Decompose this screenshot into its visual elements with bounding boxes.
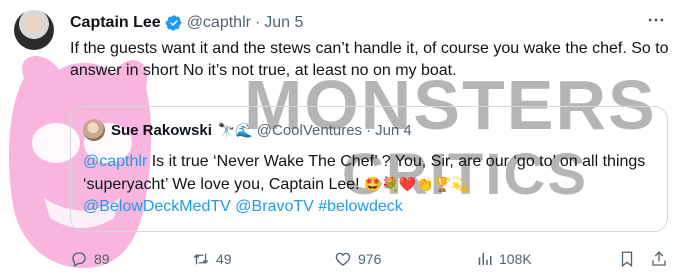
tweet-card[interactable]: Captain Lee @capthlr · Jun 5 If the gues… [0,0,680,275]
bookmark-button[interactable] [618,250,642,268]
reply-count: 89 [94,251,110,267]
mention-link[interactable]: @capthlr [83,153,147,170]
views-count: 108K [499,251,532,267]
avatar[interactable] [14,10,54,50]
quote-author-name[interactable]: Sue Rakowski [111,122,212,139]
more-dots-icon[interactable] [646,10,666,30]
quote-name-emojis: 🔭🌊 [217,121,253,138]
mention-link[interactable]: @BelowDeckMedTV [83,198,231,215]
quote-emojis: 🤩💐❤️👏🏆💫 [364,176,469,192]
mention-link[interactable]: @BravoTV [235,198,313,215]
like-count: 976 [358,251,382,267]
quote-text: @capthlr Is it true ‘Never Wake The Chef… [83,151,653,218]
views-chart-icon [478,253,492,265]
bookmark-icon [621,251,633,268]
separator-dot: · [254,14,261,31]
quote-avatar[interactable] [83,119,105,141]
share-icon [652,251,666,266]
tweet-text: If the guests want it and the stews can’… [70,40,669,79]
author-name[interactable]: Captain Lee [70,14,161,32]
quote-date[interactable]: Jun 4 [375,122,412,139]
quoted-tweet[interactable]: Sue Rakowski 🔭🌊 @CoolVentures · Jun 4 @c… [70,106,668,232]
quote-header: Sue Rakowski 🔭🌊 @CoolVentures · Jun 4 [83,119,412,141]
quote-separator-dot: · [366,121,372,139]
views-button[interactable]: 108K [475,250,532,268]
verified-badge-icon [165,15,182,31]
action-bar: 89 49 976 108K [64,246,670,272]
tweet-date[interactable]: Jun 5 [264,14,303,32]
reply-button[interactable]: 89 [70,250,110,268]
author-handle[interactable]: @capthlr [187,14,251,32]
tweet-header: Captain Lee @capthlr · Jun 5 [70,12,666,34]
share-button[interactable] [650,250,674,268]
retweet-icon [193,253,209,265]
quote-author-handle[interactable]: @CoolVentures [257,122,362,139]
hashtag-link[interactable]: #belowdeck [318,198,403,215]
retweet-count: 49 [216,251,232,267]
like-button[interactable]: 976 [334,250,381,268]
reply-icon [72,252,86,267]
heart-icon [335,252,351,266]
retweet-button[interactable]: 49 [192,250,232,268]
